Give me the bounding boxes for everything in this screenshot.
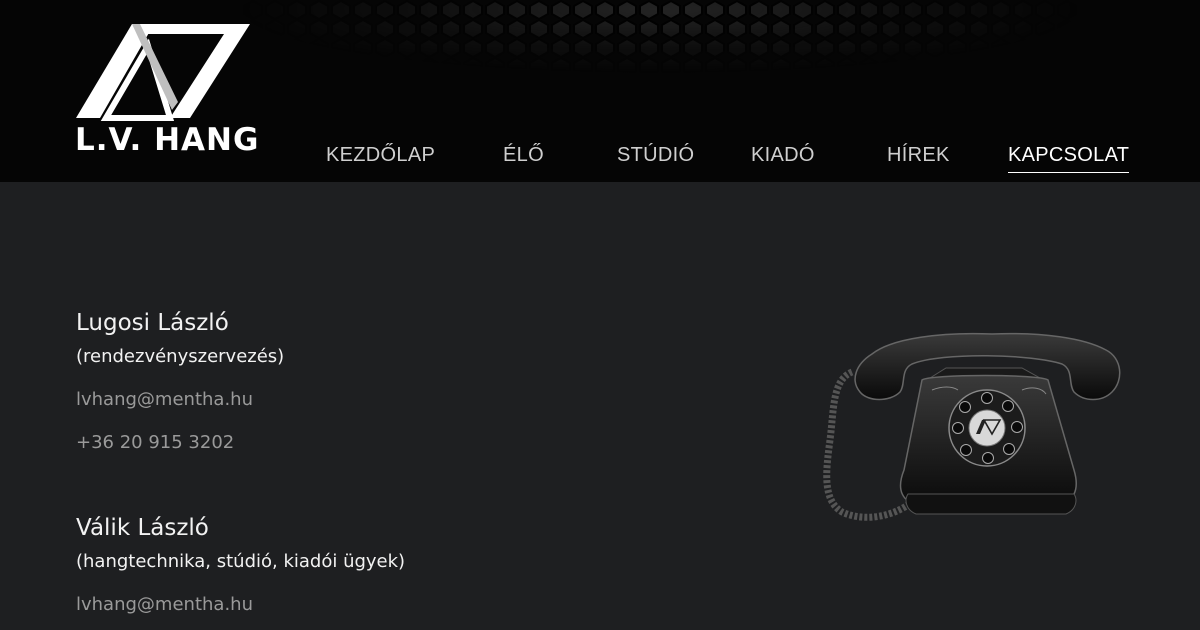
- contact-page-content: Lugosi László (rendezvényszervezés) lvha…: [0, 182, 1200, 630]
- site-header: L.V. HANG KEZDŐLAP ÉLŐ STÚDIÓ KIADÓ HÍRE…: [0, 0, 1200, 182]
- contact-email-link[interactable]: lvhang@mentha.hu: [76, 389, 284, 410]
- contact-name: Lugosi László: [76, 310, 229, 336]
- contact-card: Lugosi László (rendezvényszervezés) lvha…: [76, 310, 284, 453]
- main-navigation: KEZDŐLAP ÉLŐ STÚDIÓ KIADÓ HÍREK KAPCSOLA…: [0, 140, 1200, 180]
- nav-item-studio[interactable]: STÚDIÓ: [617, 144, 694, 167]
- nav-item-kiado[interactable]: KIADÓ: [751, 144, 815, 167]
- contact-card: Válik László (hangtechnika, stúdió, kiad…: [76, 515, 405, 615]
- rotary-telephone-icon: [823, 332, 1121, 521]
- nav-item-elo[interactable]: ÉLŐ: [503, 144, 544, 167]
- logo-triangle-mark: [76, 24, 250, 121]
- contact-email-link[interactable]: lvhang@mentha.hu: [76, 594, 405, 615]
- nav-item-hirek[interactable]: HÍREK: [887, 144, 950, 167]
- contact-phone: +36 20 915 3202: [76, 432, 235, 453]
- contact-role: (rendezvényszervezés): [76, 346, 285, 367]
- nav-item-kezdolap[interactable]: KEZDŐLAP: [326, 144, 435, 167]
- contact-role: (hangtechnika, stúdió, kiadói ügyek): [76, 551, 406, 572]
- contact-name: Válik László: [76, 515, 209, 541]
- nav-item-kapcsolat[interactable]: KAPCSOLAT: [1008, 144, 1130, 173]
